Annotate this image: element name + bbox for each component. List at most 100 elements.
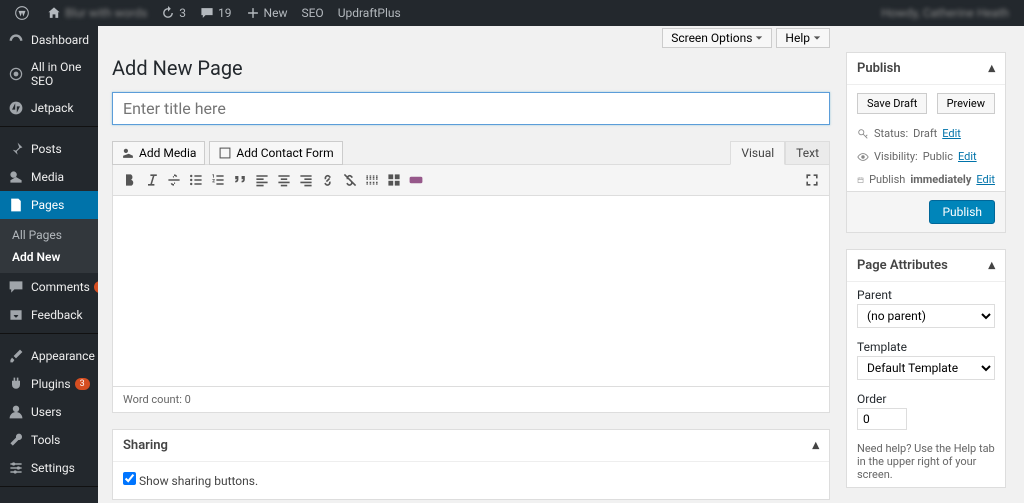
pin-icon (8, 141, 24, 157)
ul-button[interactable] (185, 168, 207, 192)
link-icon (320, 172, 336, 188)
sidebar-item-tools[interactable]: Tools (0, 426, 98, 454)
home-icon (47, 6, 61, 20)
sidebar-item-jetpack[interactable]: Jetpack (0, 94, 98, 122)
pages-submenu: All Pages Add New (0, 219, 98, 273)
bold-button[interactable] (119, 168, 141, 192)
toolbar-toggle-button[interactable] (383, 168, 405, 192)
sidebar-item-dashboard[interactable]: Dashboard (0, 26, 98, 54)
media-icon (8, 169, 24, 185)
sidebar-item-appearance[interactable]: Appearance (0, 342, 98, 370)
jetpack-icon (8, 100, 24, 116)
sliders-icon (8, 460, 24, 476)
template-select[interactable]: Default Template (857, 356, 995, 380)
target-icon (8, 66, 24, 82)
sidebar-rail: Publish▴ Save Draft Preview Status: Draf… (846, 26, 1006, 503)
add-media-button[interactable]: Add Media (112, 141, 205, 165)
submenu-all-pages[interactable]: All Pages (0, 224, 98, 246)
add-contact-form-button[interactable]: Add Contact Form (209, 141, 342, 165)
brush-icon (8, 348, 24, 364)
updates-count[interactable]: 3 (154, 0, 193, 26)
post-title-input[interactable] (112, 92, 830, 125)
template-label: Template (847, 334, 1005, 356)
camera-icon (121, 146, 135, 160)
admin-bar: Blur with words 3 19 New SEO UpdraftPlus… (0, 0, 1024, 26)
sidebar-item-sumome[interactable]: SumoMe (0, 495, 98, 503)
more-button[interactable] (361, 168, 383, 192)
site-name[interactable]: Blur with words (40, 0, 154, 26)
fullscreen-button[interactable] (801, 168, 823, 192)
list-ol-icon (210, 172, 226, 188)
quote-button[interactable] (229, 168, 251, 192)
sharing-postbox: Sharing▴ Show sharing buttons. (112, 429, 830, 500)
sidebar-item-users[interactable]: Users (0, 398, 98, 426)
sharing-checkbox-label[interactable]: Show sharing buttons. (123, 474, 258, 488)
sidebar-item-media[interactable]: Media (0, 163, 98, 191)
page-attributes-postbox: Page Attributes▴ Parent (no parent) Temp… (846, 249, 1006, 488)
chevron-down-icon (755, 34, 763, 42)
align-center-icon (276, 172, 292, 188)
align-right-icon (298, 172, 314, 188)
sharing-heading: Sharing▴ (113, 430, 829, 462)
key-icon (857, 128, 869, 140)
attrs-heading: Page Attributes (857, 258, 948, 273)
toggle-icon[interactable]: ▴ (812, 438, 819, 453)
strike-icon (166, 172, 182, 188)
preview-button[interactable]: Preview (937, 93, 995, 114)
toggle-icon[interactable]: ▴ (988, 258, 995, 273)
sidebar-item-settings[interactable]: Settings (0, 454, 98, 482)
more-icon (364, 172, 380, 188)
strike-button[interactable] (163, 168, 185, 192)
sidebar-item-aioseo[interactable]: All in One SEO (0, 54, 98, 94)
toggle-icon (386, 172, 402, 188)
form-icon (218, 146, 232, 160)
editor-toolbar (113, 165, 829, 196)
sharing-checkbox[interactable] (123, 472, 136, 485)
parent-select[interactable]: (no parent) (857, 304, 995, 328)
sidebar-item-pages[interactable]: Pages (0, 191, 98, 219)
unlink-icon (342, 172, 358, 188)
wc-icon-button[interactable] (405, 168, 427, 192)
plus-icon (246, 6, 260, 20)
sidebar-item-plugins[interactable]: Plugins3 (0, 370, 98, 398)
submenu-add-new[interactable]: Add New (0, 246, 98, 268)
word-count: Word count: 0 (113, 386, 829, 412)
edit-visibility-link[interactable]: Edit (958, 150, 977, 163)
editor-content[interactable] (113, 196, 829, 386)
edit-status-link[interactable]: Edit (942, 127, 961, 140)
link-button[interactable] (317, 168, 339, 192)
howdy-account[interactable]: Howdy, Catherine Heath (874, 0, 1016, 26)
sidebar-item-posts[interactable]: Posts (0, 135, 98, 163)
italic-button[interactable] (141, 168, 163, 192)
toggle-icon[interactable]: ▴ (988, 61, 995, 76)
page-icon (8, 197, 24, 213)
editor-tab-text[interactable]: Text (785, 141, 830, 165)
save-draft-button[interactable]: Save Draft (857, 93, 927, 114)
seo-link[interactable]: SEO (294, 0, 330, 26)
help-button[interactable]: Help (776, 28, 830, 48)
sidebar-item-feedback[interactable]: Feedback (0, 301, 98, 329)
publish-button[interactable]: Publish (929, 200, 995, 224)
editor: Word count: 0 (112, 164, 830, 413)
updraft-link[interactable]: UpdraftPlus (331, 0, 408, 26)
attrs-help-text: Need help? Use the Help tab in the upper… (847, 436, 1005, 487)
sidebar-item-comments[interactable]: Comments10 (0, 273, 98, 301)
inbox-icon (8, 307, 24, 323)
publish-heading: Publish (857, 61, 901, 76)
align-left-button[interactable] (251, 168, 273, 192)
screen-options-button[interactable]: Screen Options (662, 28, 772, 48)
align-right-button[interactable] (295, 168, 317, 192)
new-content[interactable]: New (239, 0, 295, 26)
unlink-button[interactable] (339, 168, 361, 192)
order-input[interactable] (857, 408, 907, 430)
comments-count[interactable]: 19 (193, 0, 239, 26)
editor-tab-visual[interactable]: Visual (730, 141, 785, 165)
edit-schedule-link[interactable]: Edit (976, 173, 995, 186)
main-column: Screen Options Help Add New Page Add Med… (112, 26, 846, 503)
ol-button[interactable] (207, 168, 229, 192)
wp-logo[interactable] (8, 0, 40, 26)
align-center-button[interactable] (273, 168, 295, 192)
align-left-icon (254, 172, 270, 188)
eye-icon (857, 151, 869, 163)
plugins-badge: 3 (75, 378, 90, 390)
